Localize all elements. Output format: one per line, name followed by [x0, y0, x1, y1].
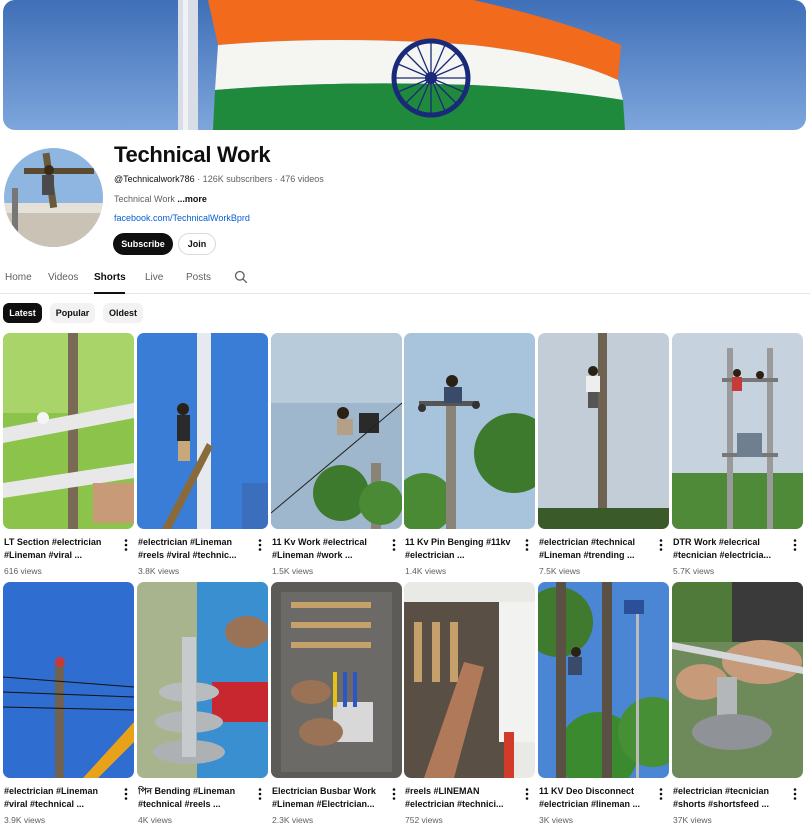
more-vert-icon[interactable] — [523, 538, 531, 552]
channel-name: Technical Work — [114, 142, 271, 167]
more-vert-icon[interactable] — [791, 538, 799, 552]
more-link[interactable]: ...more — [175, 194, 207, 204]
short-card[interactable]: DTR Work #elecrical #tecnician #electric… — [672, 333, 803, 576]
short-title[interactable]: DTR Work #elecrical #tecnician #electric… — [673, 536, 789, 562]
short-card[interactable]: #reels #LINEMAN #electrician #technici..… — [404, 582, 535, 825]
avatar-image — [4, 148, 103, 247]
short-views: 37K views — [673, 815, 712, 825]
search-icon[interactable] — [234, 270, 248, 284]
short-views: 2.3K views — [272, 815, 314, 825]
chip-latest[interactable]: Latest — [3, 303, 42, 323]
more-vert-icon[interactable] — [523, 787, 531, 801]
short-card[interactable]: #electrician #tecnician #shorts #shortsf… — [672, 582, 803, 825]
channel-avatar[interactable] — [4, 148, 103, 247]
short-title[interactable]: LT Section #electrician #Lineman #viral … — [4, 536, 120, 562]
channel-stats: · 126K subscribers · 476 videos — [194, 174, 324, 184]
more-vert-icon[interactable] — [122, 787, 130, 801]
short-views: 752 views — [405, 815, 443, 825]
channel-handle: @Technicalwork786 — [114, 174, 195, 184]
short-title[interactable]: 11 Kv Work #electrical #Lineman #work ..… — [272, 536, 388, 562]
channel-banner — [3, 0, 806, 130]
short-views: 5.7K views — [673, 566, 715, 576]
tab-live[interactable]: Live — [145, 272, 163, 283]
chip-popular[interactable]: Popular — [50, 303, 95, 323]
short-thumbnail[interactable] — [672, 333, 803, 529]
more-vert-icon[interactable] — [256, 787, 264, 801]
short-thumbnail[interactable] — [3, 582, 134, 778]
more-vert-icon[interactable] — [390, 538, 398, 552]
short-card[interactable]: 11 Kv Pin Benging #11kv #electrician ...… — [404, 333, 535, 576]
short-views: 616 views — [4, 566, 42, 576]
short-views: 4K views — [138, 815, 173, 825]
short-card[interactable]: 11 Kv Work #electrical #Lineman #work ..… — [271, 333, 402, 576]
tab-posts[interactable]: Posts — [186, 272, 211, 283]
more-vert-icon[interactable] — [657, 787, 665, 801]
more-vert-icon[interactable] — [390, 787, 398, 801]
short-title[interactable]: #reels #LINEMAN #electrician #technici..… — [405, 785, 521, 811]
short-views: 1.5K views — [272, 566, 314, 576]
short-title[interactable]: #electrician #Lineman #viral #technical … — [4, 785, 120, 811]
short-views: 7.5K views — [539, 566, 581, 576]
short-card[interactable]: LT Section #electrician #Lineman #viral … — [3, 333, 134, 576]
subscribe-button[interactable]: Subscribe — [113, 233, 173, 255]
short-thumbnail[interactable] — [404, 582, 535, 778]
short-card[interactable]: 11 KV Deo Disconnect #electrician #linem… — [538, 582, 669, 825]
short-title[interactable]: #electrician #tecnician #shorts #shortsf… — [673, 785, 789, 811]
short-title[interactable]: #electrician #technical #Lineman #trendi… — [539, 536, 655, 562]
more-vert-icon[interactable] — [791, 787, 799, 801]
active-tab-indicator — [94, 292, 125, 294]
tab-videos[interactable]: Videos — [48, 272, 78, 283]
flag-banner-image — [3, 0, 806, 130]
short-thumbnail[interactable] — [672, 582, 803, 778]
short-title[interactable]: #electrician #Lineman #reels #viral #tec… — [138, 536, 254, 562]
short-views: 3.8K views — [138, 566, 180, 576]
tab-home[interactable]: Home — [5, 272, 32, 283]
short-title[interactable]: 11 KV Deo Disconnect #electrician #linem… — [539, 785, 655, 811]
short-thumbnail[interactable] — [404, 333, 535, 529]
join-button[interactable]: Join — [178, 233, 216, 255]
short-thumbnail[interactable] — [137, 582, 268, 778]
short-card[interactable]: #electrician #Lineman #viral #technical … — [3, 582, 134, 825]
short-card[interactable]: Electrician Busbar Work #Lineman #Electr… — [271, 582, 402, 825]
chip-oldest[interactable]: Oldest — [103, 303, 143, 323]
short-thumbnail[interactable] — [3, 333, 134, 529]
short-thumbnail[interactable] — [137, 333, 268, 529]
channel-tabs: Home Videos Shorts Live Posts — [0, 264, 810, 294]
short-title[interactable]: পিন Bending #Lineman #technical #reels .… — [138, 785, 254, 811]
short-views: 3.9K views — [4, 815, 46, 825]
short-title[interactable]: Electrician Busbar Work #Lineman #Electr… — [272, 785, 388, 811]
short-title[interactable]: 11 Kv Pin Benging #11kv #electrician ... — [405, 536, 521, 562]
tab-shorts[interactable]: Shorts — [94, 272, 126, 283]
short-card[interactable]: #electrician #technical #Lineman #trendi… — [538, 333, 669, 576]
short-views: 3K views — [539, 815, 574, 825]
channel-description: Technical Work ...more — [114, 194, 207, 204]
short-thumbnail[interactable] — [538, 333, 669, 529]
short-card[interactable]: #electrician #Lineman #reels #viral #tec… — [137, 333, 268, 576]
more-vert-icon[interactable] — [122, 538, 130, 552]
short-card[interactable]: পিন Bending #Lineman #technical #reels .… — [137, 582, 268, 825]
short-thumbnail[interactable] — [271, 333, 402, 529]
more-vert-icon[interactable] — [657, 538, 665, 552]
short-views: 1.4K views — [405, 566, 447, 576]
channel-external-link[interactable]: facebook.com/TechnicalWorkBprd — [114, 213, 250, 223]
channel-meta: @Technicalwork786 · 126K subscribers · 4… — [114, 174, 324, 184]
short-thumbnail[interactable] — [538, 582, 669, 778]
description-text: Technical Work — [114, 194, 175, 204]
short-thumbnail[interactable] — [271, 582, 402, 778]
more-vert-icon[interactable] — [256, 538, 264, 552]
